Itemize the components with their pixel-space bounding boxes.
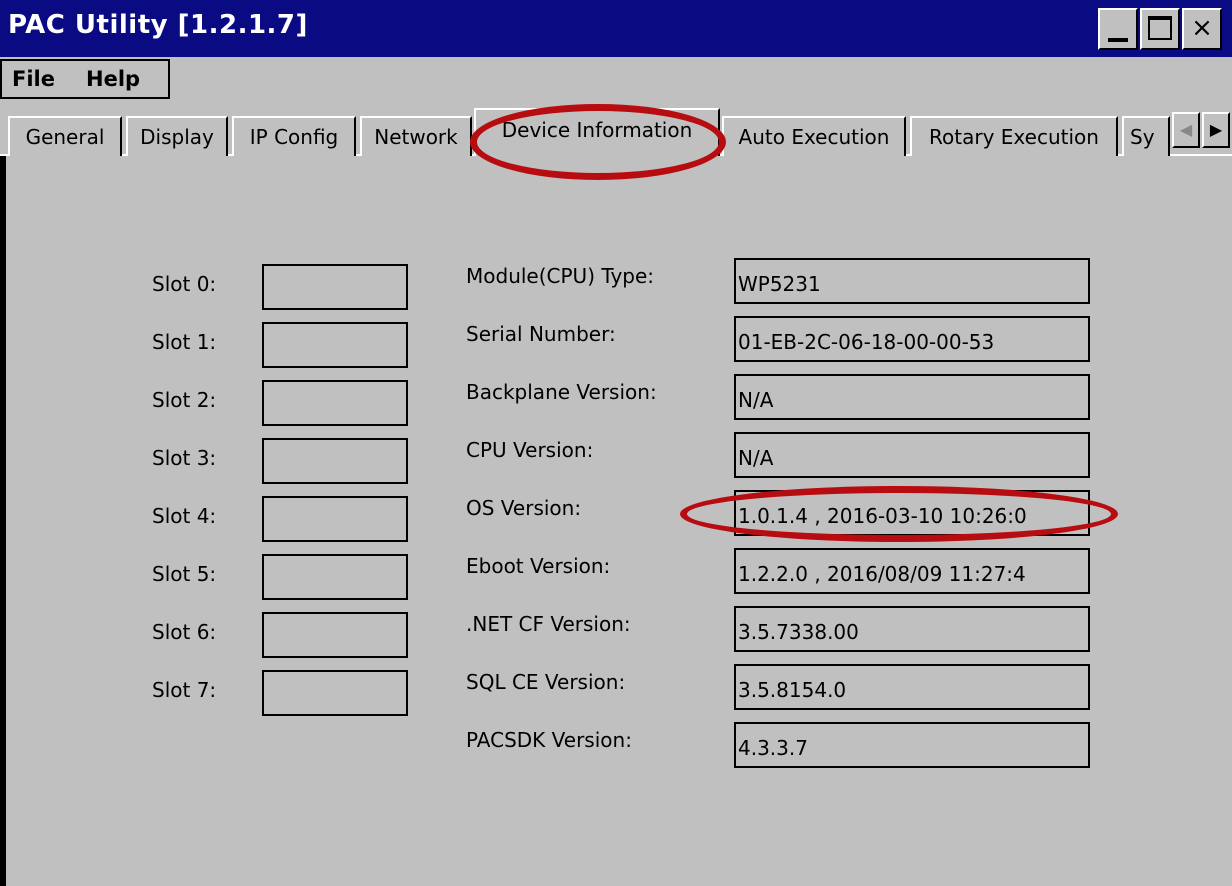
title-bar[interactable]: PAC Utility [1.2.1.7] × xyxy=(0,0,1232,57)
tab-scroll-right-button[interactable]: ▶ xyxy=(1202,112,1230,148)
slot-2-label: Slot 2: xyxy=(152,388,217,412)
slot-0-label: Slot 0: xyxy=(152,272,217,296)
maximize-button[interactable] xyxy=(1140,8,1180,50)
os-version-label: OS Version: xyxy=(466,496,582,520)
tab-rotary-execution[interactable]: Rotary Execution xyxy=(910,116,1118,156)
eboot-version-field: 1.2.2.0 , 2016/08/09 11:27:4 xyxy=(734,548,1090,594)
tab-scroll-left-button[interactable]: ◀ xyxy=(1172,112,1200,148)
tab-display[interactable]: Display xyxy=(126,116,228,156)
tab-label: General xyxy=(25,125,105,149)
tab-network[interactable]: Network xyxy=(360,116,472,156)
sqlce-version-label: SQL CE Version: xyxy=(466,670,626,694)
eboot-version-label: Eboot Version: xyxy=(466,554,611,578)
serial-number-field: 01-EB-2C-06-18-00-00-53 xyxy=(734,316,1090,362)
tab-label: IP Config xyxy=(249,125,339,149)
module-type-field: WP5231 xyxy=(734,258,1090,304)
slot-0-field xyxy=(262,264,408,310)
minimize-button[interactable] xyxy=(1098,8,1138,50)
slot-7-field xyxy=(262,670,408,716)
slot-6-label: Slot 6: xyxy=(152,620,217,644)
tab-ip-config[interactable]: IP Config xyxy=(232,116,356,156)
menu-bar: File Help xyxy=(0,57,1232,101)
tab-system[interactable]: Sy xyxy=(1122,116,1170,156)
sqlce-version-field: 3.5.8154.0 xyxy=(734,664,1090,710)
pacsdk-version-label: PACSDK Version: xyxy=(466,728,632,752)
backplane-version-field: N/A xyxy=(734,374,1090,420)
window-left-edge xyxy=(0,156,6,886)
backplane-version-label: Backplane Version: xyxy=(466,380,657,404)
tab-label: Sy xyxy=(1130,125,1155,149)
arrow-right-icon: ▶ xyxy=(1209,120,1223,139)
menu-file[interactable]: File xyxy=(12,67,55,91)
netcf-version-label: .NET CF Version: xyxy=(466,612,631,636)
tab-label: Network xyxy=(374,125,458,149)
pacsdk-version-field: 4.3.3.7 xyxy=(734,722,1090,768)
arrow-left-icon: ◀ xyxy=(1179,120,1193,139)
menu-help[interactable]: Help xyxy=(86,67,140,91)
highlight-device-information-tab xyxy=(470,104,726,180)
maximize-icon xyxy=(1148,16,1172,40)
slot-3-field xyxy=(262,438,408,484)
close-button[interactable]: × xyxy=(1182,8,1222,50)
slot-2-field xyxy=(262,380,408,426)
close-icon: × xyxy=(1191,13,1213,43)
slot-5-field xyxy=(262,554,408,600)
window-title: PAC Utility [1.2.1.7] xyxy=(8,10,308,40)
cpu-version-field: N/A xyxy=(734,432,1090,478)
netcf-version-field: 3.5.7338.00 xyxy=(734,606,1090,652)
tab-label: Auto Execution xyxy=(738,125,890,149)
highlight-os-version xyxy=(680,486,1118,542)
menu-frame: File Help xyxy=(0,59,170,99)
slot-7-label: Slot 7: xyxy=(152,678,217,702)
tab-label: Rotary Execution xyxy=(929,125,1099,149)
slot-6-field xyxy=(262,612,408,658)
minimize-icon xyxy=(1108,38,1128,42)
tab-label: Display xyxy=(140,125,214,149)
slot-1-label: Slot 1: xyxy=(152,330,217,354)
slot-1-field xyxy=(262,322,408,368)
slot-4-field xyxy=(262,496,408,542)
slot-4-label: Slot 4: xyxy=(152,504,217,528)
cpu-version-label: CPU Version: xyxy=(466,438,594,462)
serial-number-label: Serial Number: xyxy=(466,322,616,346)
slot-5-label: Slot 5: xyxy=(152,562,217,586)
slot-3-label: Slot 3: xyxy=(152,446,217,470)
module-type-label: Module(CPU) Type: xyxy=(466,264,655,288)
tab-general[interactable]: General xyxy=(8,116,122,156)
tab-auto-execution[interactable]: Auto Execution xyxy=(722,116,906,156)
